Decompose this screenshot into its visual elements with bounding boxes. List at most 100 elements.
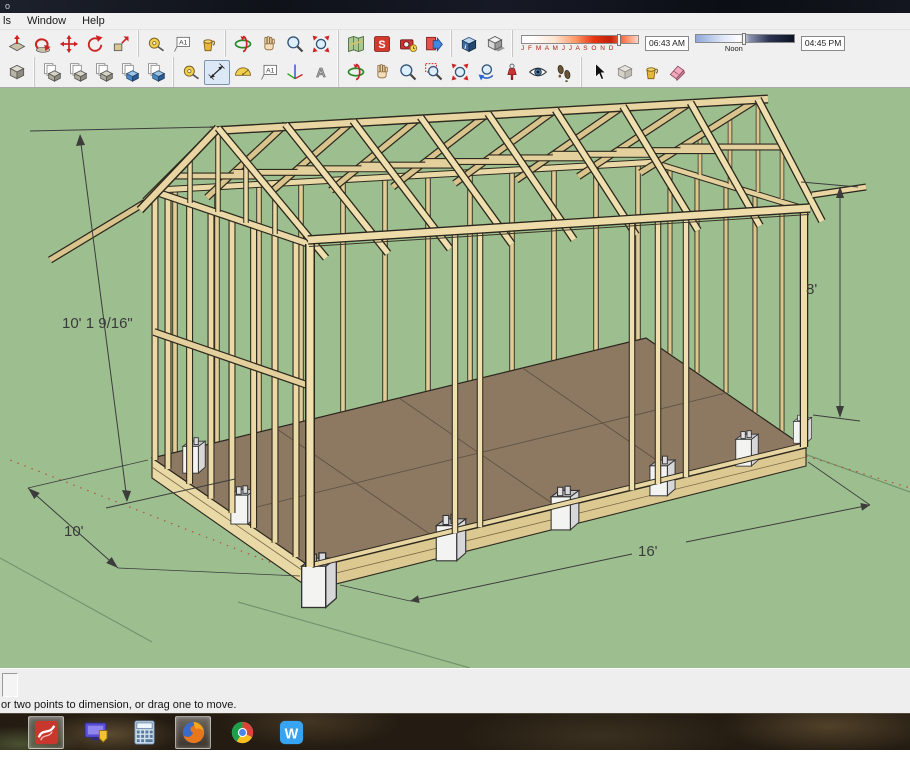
pan-icon [372,62,392,82]
orbit-tool-button[interactable] [230,31,256,56]
stack-tool-blue-2-icon [146,62,166,82]
protractor-tool-button[interactable] [230,60,256,85]
sketchup-icon [33,719,60,746]
taskbar-media-app-button[interactable] [77,716,113,749]
rotate-icon [85,34,105,54]
tape-measure-icon [146,34,166,54]
stack-tool-1-tool-button[interactable] [39,60,65,85]
eraser-tool-button[interactable] [664,60,690,85]
paint-bucket-tool-button[interactable] [195,31,221,56]
toolbar-group [581,57,694,87]
text-annotation-tool-button[interactable] [169,31,195,56]
sketchup-window: o ls Window Help J F M A M J J A S O N D 0… [0,0,910,758]
component-box-light-tool-button[interactable] [612,60,638,85]
follow-me-tool-button[interactable] [30,31,56,56]
noon-label: Noon [724,44,743,53]
zoom-tool-button[interactable] [282,31,308,56]
share-model-tool-button[interactable] [369,31,395,56]
zoom-tool-button[interactable] [395,60,421,85]
menu-item-ls[interactable]: ls [0,15,19,27]
paint-bucket-icon [198,34,218,54]
wps-office-icon [278,719,305,746]
time-slider-handle[interactable] [741,33,746,45]
chrome-icon [229,719,256,746]
stack-tool-3-tool-button[interactable] [91,60,117,85]
text-annotation-icon [172,34,192,54]
toolbar-group [225,30,338,57]
walk-icon [554,62,574,82]
axes-tool-button[interactable] [282,60,308,85]
shadow-toggle-tool-button[interactable] [482,31,508,56]
toolbar-group [173,57,338,87]
pan-tool-button[interactable] [256,31,282,56]
zoom-window-tool-button[interactable] [421,60,447,85]
zoom-extents-tool-button[interactable] [447,60,473,85]
tape-measure-tool-button[interactable] [143,31,169,56]
title-bar[interactable]: o [0,0,910,13]
orbit-icon [233,34,253,54]
stack-tool-1-icon [42,62,62,82]
shadow-settings-tool-button[interactable] [456,31,482,56]
time-start-box[interactable]: 06:43 AM [645,36,689,51]
taskbar-chrome-button[interactable] [224,716,260,749]
text-annotation-tool-button[interactable] [256,60,282,85]
previous-view-tool-button[interactable] [473,60,499,85]
status-message: or two points to dimension, or drag one … [1,699,237,711]
scale-tool-button[interactable] [108,31,134,56]
dim-label-width[interactable]: 10' [64,523,84,540]
zoom-icon [285,34,305,54]
taskbar-wps-office-button[interactable] [273,716,309,749]
look-around-tool-button[interactable] [525,60,551,85]
zoom-extents-icon [311,34,331,54]
tape-measure-icon [181,62,201,82]
move-tool-button[interactable] [56,31,82,56]
date-slider-track[interactable] [521,34,639,46]
window-title-fragment: o [5,1,11,11]
menu-item-help[interactable]: Help [74,15,113,27]
taskbar-sketchup-button[interactable] [28,715,64,749]
time-end-box[interactable]: 04:45 PM [800,36,846,51]
export-tool-button[interactable] [421,31,447,56]
dim-label-overall-height[interactable]: 10' 1 9/16" [62,315,133,332]
pan-tool-button[interactable] [369,60,395,85]
zoom-extents-tool-button[interactable] [308,31,334,56]
menu-item-window[interactable]: Window [19,15,74,27]
stack-tool-2-tool-button[interactable] [65,60,91,85]
rotate-tool-button[interactable] [82,31,108,56]
shadow-date-slider[interactable]: J F M A M J J A S O N D [521,34,639,52]
stack-tool-blue-1-icon [120,62,140,82]
stack-tool-2-icon [68,62,88,82]
shadow-toggle-icon [485,34,505,54]
add-location-tool-button[interactable] [343,31,369,56]
photo-match-tool-button[interactable] [395,31,421,56]
walk-tool-button[interactable] [551,60,577,85]
time-slider-track[interactable] [694,33,795,45]
windows-taskbar [0,713,910,750]
3d-viewport[interactable]: 10' 1 9/16" 8' 10' 16' [0,88,910,668]
orbit-tool-button[interactable] [343,60,369,85]
dimension-tool-button[interactable] [204,59,230,85]
measurements-box[interactable] [2,673,18,697]
look-around-icon [528,62,548,82]
taskbar-firefox-button[interactable] [175,715,211,749]
push-pull-tool-button[interactable] [4,31,30,56]
component-box-light-icon [615,62,635,82]
component-box-icon [7,62,27,82]
3d-text-tool-button[interactable] [308,60,334,85]
bottom-strip [0,750,910,758]
photo-match-icon [398,34,418,54]
taskbar-calculator-button[interactable] [126,716,162,749]
position-camera-tool-button[interactable] [499,60,525,85]
shadow-time-slider[interactable]: Noon [694,33,795,53]
dim-label-wall-height[interactable]: 8' [806,281,817,298]
date-slider-handle[interactable] [617,34,622,46]
toolbar-row-1: J F M A M J J A S O N D 06:43 AM Noon 04… [0,30,910,57]
stack-tool-blue-2-tool-button[interactable] [143,60,169,85]
stack-tool-blue-1-tool-button[interactable] [117,60,143,85]
paint-bucket-tool-button[interactable] [638,60,664,85]
component-box-tool-button[interactable] [4,60,30,85]
media-app-icon [82,719,109,746]
dim-label-length[interactable]: 16' [638,543,658,560]
tape-measure-tool-button[interactable] [178,60,204,85]
select-tool-button[interactable] [586,60,612,85]
